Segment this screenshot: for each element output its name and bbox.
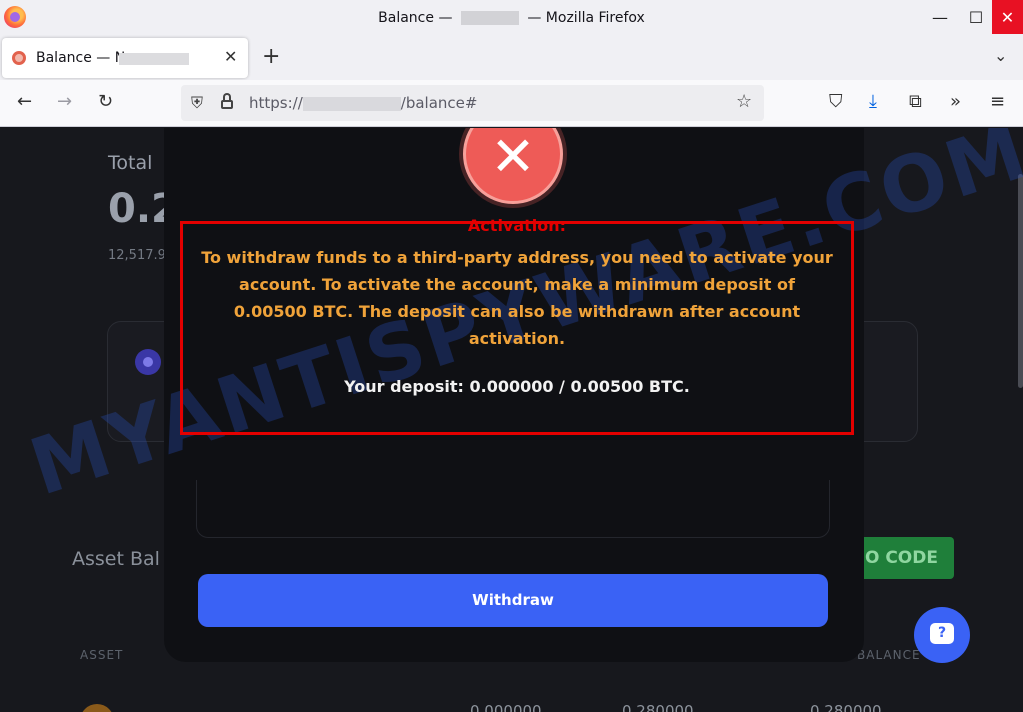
help-chat-button[interactable]: ? [914, 607, 970, 663]
forward-button[interactable]: → [57, 91, 72, 112]
extensions-icon[interactable]: ⧉ [909, 91, 922, 112]
close-window-button[interactable]: ✕ [992, 0, 1023, 34]
window-titlebar: Balance — — Mozilla Firefox — ☐ ✕ [0, 0, 1023, 36]
window-title-prefix: Balance — [378, 10, 453, 26]
pocket-icon[interactable]: ⛉ [829, 91, 843, 112]
downloads-icon[interactable]: ⤓ [869, 91, 877, 112]
error-icon: ✕ [463, 128, 563, 204]
modal-input-area [196, 480, 830, 538]
app-menu-icon[interactable]: ≡ [990, 91, 1005, 112]
tab-close-icon[interactable]: ✕ [224, 47, 237, 66]
url-prefix: https:// [249, 94, 303, 112]
new-tab-button[interactable]: + [262, 44, 280, 69]
asset-balance-title: Asset Bal [72, 548, 160, 570]
navigation-toolbar: ← → ↻ ⛨ https:// /balance# ☆ ⛉ ⤓ ⧉ » ≡ [0, 80, 1023, 127]
tab-bar: Balance — N ✕ + ⌄ [0, 36, 1023, 80]
chat-question-icon: ? [930, 623, 954, 644]
tab-balance[interactable]: Balance — N ✕ [2, 38, 248, 78]
deposit-status: Your deposit: 0.000000 / 0.00500 BTC. [344, 377, 690, 396]
table-cell: 0.280000 [810, 702, 882, 712]
reload-button[interactable]: ↻ [98, 91, 113, 112]
site-favicon-icon [12, 51, 26, 65]
activation-message-box: Activation: To withdraw funds to a third… [180, 216, 854, 435]
list-all-tabs-button[interactable]: ⌄ [994, 46, 1007, 65]
window-title: Balance — — Mozilla Firefox [0, 10, 1023, 26]
url-bar[interactable]: ⛨ https:// /balance# ☆ [181, 85, 764, 121]
table-cell: 0.000000 [470, 702, 542, 712]
tab-title: Balance — N [36, 50, 126, 66]
tracking-protection-shield-icon[interactable]: ⛨ [191, 93, 203, 113]
minimize-button[interactable]: — [920, 0, 960, 34]
page-content: Total 0.2 12,517.9 Asset Bal MO CODE ASS… [0, 128, 1023, 712]
asset-column-header: ASSET [80, 648, 124, 662]
page-scrollbar[interactable] [1018, 174, 1023, 388]
coin-icon [135, 349, 161, 375]
url-text[interactable]: https:// /balance# [249, 94, 477, 112]
error-x-glyph: ✕ [490, 128, 536, 188]
redacted-url-domain [302, 96, 401, 111]
redacted-tab-text [119, 53, 189, 65]
lock-icon[interactable] [221, 93, 233, 109]
total-fiat-value: 12,517.9 [108, 248, 166, 263]
maximize-button[interactable]: ☐ [956, 0, 996, 34]
activation-message: To withdraw funds to a third-party addre… [201, 248, 833, 348]
url-path: /balance# [400, 94, 478, 112]
back-button[interactable]: ← [17, 91, 32, 112]
bitcoin-icon [80, 704, 114, 712]
redacted-domain [460, 11, 519, 25]
bookmark-star-icon[interactable]: ☆ [736, 91, 752, 112]
activation-title: Activation: [467, 216, 567, 235]
balance-column-header: BALANCE [857, 648, 921, 662]
window-title-suffix: — Mozilla Firefox [527, 10, 645, 26]
more-tools-icon[interactable]: » [950, 91, 961, 112]
table-cell: 0.280000 [622, 702, 694, 712]
withdraw-button[interactable]: Withdraw [198, 574, 828, 627]
total-label: Total [108, 152, 153, 174]
